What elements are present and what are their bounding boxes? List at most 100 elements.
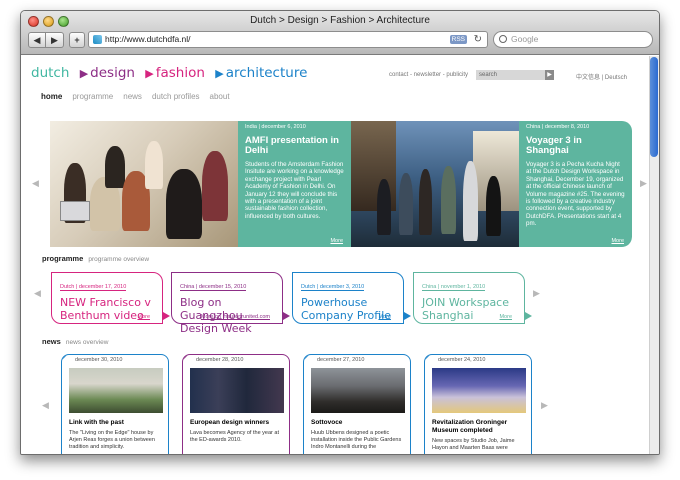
corner-flag-icon: [425, 355, 431, 361]
browser-window: Dutch > Design > Fashion > Architecture …: [20, 10, 660, 455]
news-card[interactable]: december 30, 2010 Link with the past The…: [61, 354, 169, 454]
window-title: Dutch > Design > Fashion > Architecture: [250, 15, 430, 26]
card-tag: China | december 15, 2010: [180, 284, 247, 291]
language-links[interactable]: 中文信息 | Deutsch: [576, 72, 627, 81]
flag-icon: [283, 312, 290, 320]
news-text: New spaces by Studio Job, Jaime Hayon an…: [432, 438, 515, 451]
card-tag: Dutch | december 17, 2010: [60, 284, 127, 291]
programme-card[interactable]: China | november 1, 2010 JOIN Workspace …: [413, 272, 532, 324]
news-image[interactable]: [69, 368, 163, 413]
news-image[interactable]: [311, 368, 405, 413]
flag-icon: [163, 312, 170, 320]
programme-card[interactable]: Dutch | december 3, 2010 Powerhouse Comp…: [292, 272, 411, 324]
logo-fashion: fashion: [155, 65, 205, 81]
hero-photo-students[interactable]: [50, 121, 238, 247]
arrow-right-icon: ▶: [145, 67, 154, 80]
news-title[interactable]: Sottovoce: [311, 419, 403, 427]
news-image[interactable]: [190, 368, 284, 413]
programme-next-arrow-icon[interactable]: ▶: [533, 288, 540, 299]
search-icon: [499, 35, 507, 43]
add-bookmark-button[interactable]: +: [69, 32, 85, 48]
hero-text: Students of the Amsterdam Fashion Insitu…: [245, 161, 344, 220]
hero-title[interactable]: AMFI presentation in Delhi: [245, 136, 344, 156]
browser-toolbar: Dutch > Design > Fashion > Architecture …: [21, 11, 659, 55]
card-more-link[interactable]: More on mauronrunited.com: [201, 314, 270, 320]
news-next-arrow-icon[interactable]: ▶: [541, 400, 548, 411]
hero-next-arrow-icon[interactable]: ▶: [640, 178, 647, 189]
logo-dutch: dutch: [31, 65, 70, 81]
hero-more-link[interactable]: More: [611, 238, 624, 244]
programme-title[interactable]: programme: [42, 254, 83, 263]
news-title[interactable]: news: [42, 337, 61, 346]
news-text: Huub Ubbens designed a poetic installati…: [311, 430, 402, 450]
site-search-input[interactable]: search: [476, 70, 554, 80]
nav-dutch-profiles[interactable]: dutch profiles: [152, 92, 200, 101]
scrollbar-thumb[interactable]: [650, 57, 658, 157]
card-more-link[interactable]: More: [137, 314, 150, 320]
news-title[interactable]: Revitalization Groninger Museum complete…: [432, 419, 524, 435]
hero-slider: India | december 6, 2010 AMFI presentati…: [50, 121, 632, 247]
corner-flag-icon: [183, 355, 189, 361]
news-date: december 30, 2010: [75, 357, 123, 363]
browser-search-field[interactable]: Google: [493, 31, 653, 48]
news-image[interactable]: [432, 368, 526, 413]
programme-overview-link[interactable]: programme overview: [88, 256, 149, 263]
news-date: december 27, 2010: [317, 357, 365, 363]
card-more-link[interactable]: More: [499, 314, 512, 320]
back-button[interactable]: ◀: [28, 32, 46, 48]
search-placeholder: Google: [511, 34, 539, 44]
news-date: december 28, 2010: [196, 357, 244, 363]
back-arrow-icon: ◀: [33, 34, 41, 45]
news-title[interactable]: Link with the past: [69, 419, 161, 427]
news-prev-arrow-icon[interactable]: ◀: [42, 400, 49, 411]
flag-icon: [404, 312, 411, 320]
rss-button[interactable]: RSS: [449, 35, 467, 44]
flag-icon: [525, 312, 532, 320]
address-bar[interactable]: http://www.dutchdfa.nl/ RSS ↻: [88, 31, 488, 48]
news-card[interactable]: december 24, 2010 Revitalization Groning…: [424, 354, 532, 454]
reload-icon[interactable]: ↻: [474, 32, 482, 47]
news-text: Lava becomes Agency of the year at the E…: [190, 430, 279, 443]
news-text: The "Living on the Edge" house by Arjen …: [69, 430, 155, 450]
news-heading: news news overview: [42, 337, 109, 346]
arrow-right-icon: ▶: [79, 67, 89, 80]
nav-about[interactable]: about: [210, 92, 230, 101]
card-tag: China | november 1, 2010: [422, 284, 486, 291]
card-tag: Dutch | december 3, 2010: [301, 284, 365, 291]
programme-card[interactable]: Dutch | december 17, 2010 NEW Francisco …: [51, 272, 170, 324]
hero-prev-arrow-icon[interactable]: ◀: [32, 178, 39, 189]
hero-tag: India | december 6, 2010: [245, 124, 306, 130]
forward-button[interactable]: ▶: [46, 32, 64, 48]
programme-card[interactable]: China | december 15, 2010 Blog on Guangz…: [171, 272, 290, 335]
hero-caption-voyager: China | december 8, 2010 Voyager 3 in Sh…: [519, 121, 632, 247]
hero-title[interactable]: Voyager 3 in Shanghai: [526, 136, 625, 156]
hero-tag: China | december 8, 2010: [526, 124, 590, 130]
logo-design: design: [90, 65, 135, 81]
nav-news[interactable]: news: [123, 92, 142, 101]
plus-icon: +: [74, 35, 80, 45]
hero-photo-event[interactable]: [351, 121, 519, 247]
programme-prev-arrow-icon[interactable]: ◀: [34, 288, 41, 299]
corner-flag-icon: [62, 355, 68, 361]
favicon-icon: [93, 35, 102, 44]
site-logo[interactable]: dutch ▶ design ▶ fashion ▶ architecture: [31, 65, 307, 81]
forward-arrow-icon: ▶: [51, 34, 58, 45]
news-overview-link[interactable]: news overview: [66, 339, 109, 346]
card-more-link[interactable]: More: [378, 314, 391, 320]
news-date: december 24, 2010: [438, 357, 486, 363]
news-card[interactable]: december 27, 2010 Sottovoce Huub Ubbens …: [303, 354, 411, 454]
utility-links[interactable]: contact - newsletter - publicity: [389, 72, 468, 78]
site-search-button[interactable]: ▶: [545, 70, 554, 80]
news-title[interactable]: European design winners: [190, 419, 282, 427]
arrow-right-icon: ▶: [215, 67, 224, 80]
main-navigation: home programme news dutch profiles about: [41, 92, 230, 101]
hero-more-link[interactable]: More: [330, 238, 343, 244]
nav-home[interactable]: home: [41, 92, 62, 101]
corner-flag-icon: [304, 355, 310, 361]
logo-architecture: architecture: [225, 65, 308, 81]
hero-text: Voyager 3 is a Pecha Kucha Night at the …: [526, 161, 625, 228]
web-page: dutch ▶ design ▶ fashion ▶ architecture con…: [21, 56, 650, 454]
hero-caption-amfi: India | december 6, 2010 AMFI presentati…: [238, 121, 351, 247]
nav-programme[interactable]: programme: [72, 92, 113, 101]
news-card[interactable]: december 28, 2010 European design winner…: [182, 354, 290, 454]
